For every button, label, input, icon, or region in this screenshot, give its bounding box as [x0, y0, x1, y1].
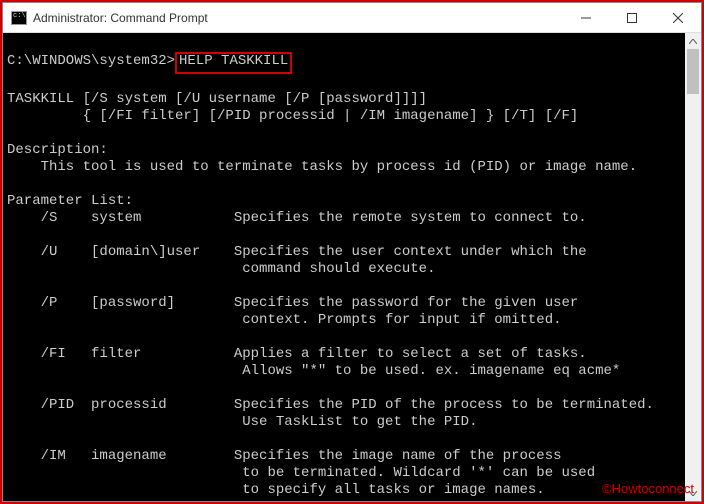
chevron-up-icon: [689, 39, 697, 44]
console-area[interactable]: C:\WINDOWS\system32>HELP TASKKILL TASKKI…: [3, 33, 701, 501]
window-controls: [563, 3, 701, 32]
output-line: command should execute.: [7, 261, 435, 277]
output-line: /FI filter Applies a filter to select a …: [7, 346, 587, 362]
close-icon: [673, 13, 683, 23]
close-button[interactable]: [655, 3, 701, 33]
scroll-thumb[interactable]: [687, 49, 699, 94]
maximize-icon: [627, 13, 637, 23]
chevron-down-icon: [689, 491, 697, 496]
maximize-button[interactable]: [609, 3, 655, 33]
window-title: Administrator: Command Prompt: [33, 11, 563, 25]
scroll-track[interactable]: [685, 49, 701, 485]
output-line: Parameter List:: [7, 193, 133, 209]
command-text: HELP TASKKILL: [179, 53, 288, 69]
output-line: Allows "*" to be used. ex. imagename eq …: [7, 363, 620, 379]
output-line: to be terminated. Wildcard '*' can be us…: [7, 465, 595, 481]
output-line: /S system Specifies the remote system to…: [7, 210, 587, 226]
titlebar[interactable]: Administrator: Command Prompt: [3, 3, 701, 33]
minimize-icon: [581, 13, 591, 23]
output-line: This tool is used to terminate tasks by …: [7, 159, 637, 175]
vertical-scrollbar[interactable]: [685, 33, 701, 501]
output-line: /IM imagename Specifies the image name o…: [7, 448, 562, 464]
output-line: { [/FI filter] [/PID processid | /IM ima…: [7, 108, 578, 124]
scroll-down-button[interactable]: [685, 485, 701, 501]
output-line: /PID processid Specifies the PID of the …: [7, 397, 654, 413]
cmd-icon: [11, 11, 27, 25]
scroll-up-button[interactable]: [685, 33, 701, 49]
output-line: context. Prompts for input if omitted.: [7, 312, 562, 328]
prompt-path: C:\WINDOWS\system32>: [7, 53, 175, 69]
command-prompt-window: Administrator: Command Prompt C:\WINDOWS…: [2, 2, 702, 502]
output-line: to specify all tasks or image names.: [7, 482, 545, 498]
output-line: /P [password] Specifies the password for…: [7, 295, 578, 311]
output-line: Use TaskList to get the PID.: [7, 414, 477, 430]
output-line: Description:: [7, 142, 108, 158]
output-line: /U [domain\]user Specifies the user cont…: [7, 244, 587, 260]
output-line: TASKKILL [/S system [/U username [/P [pa…: [7, 91, 427, 107]
minimize-button[interactable]: [563, 3, 609, 33]
command-highlight: HELP TASKKILL: [175, 52, 292, 74]
